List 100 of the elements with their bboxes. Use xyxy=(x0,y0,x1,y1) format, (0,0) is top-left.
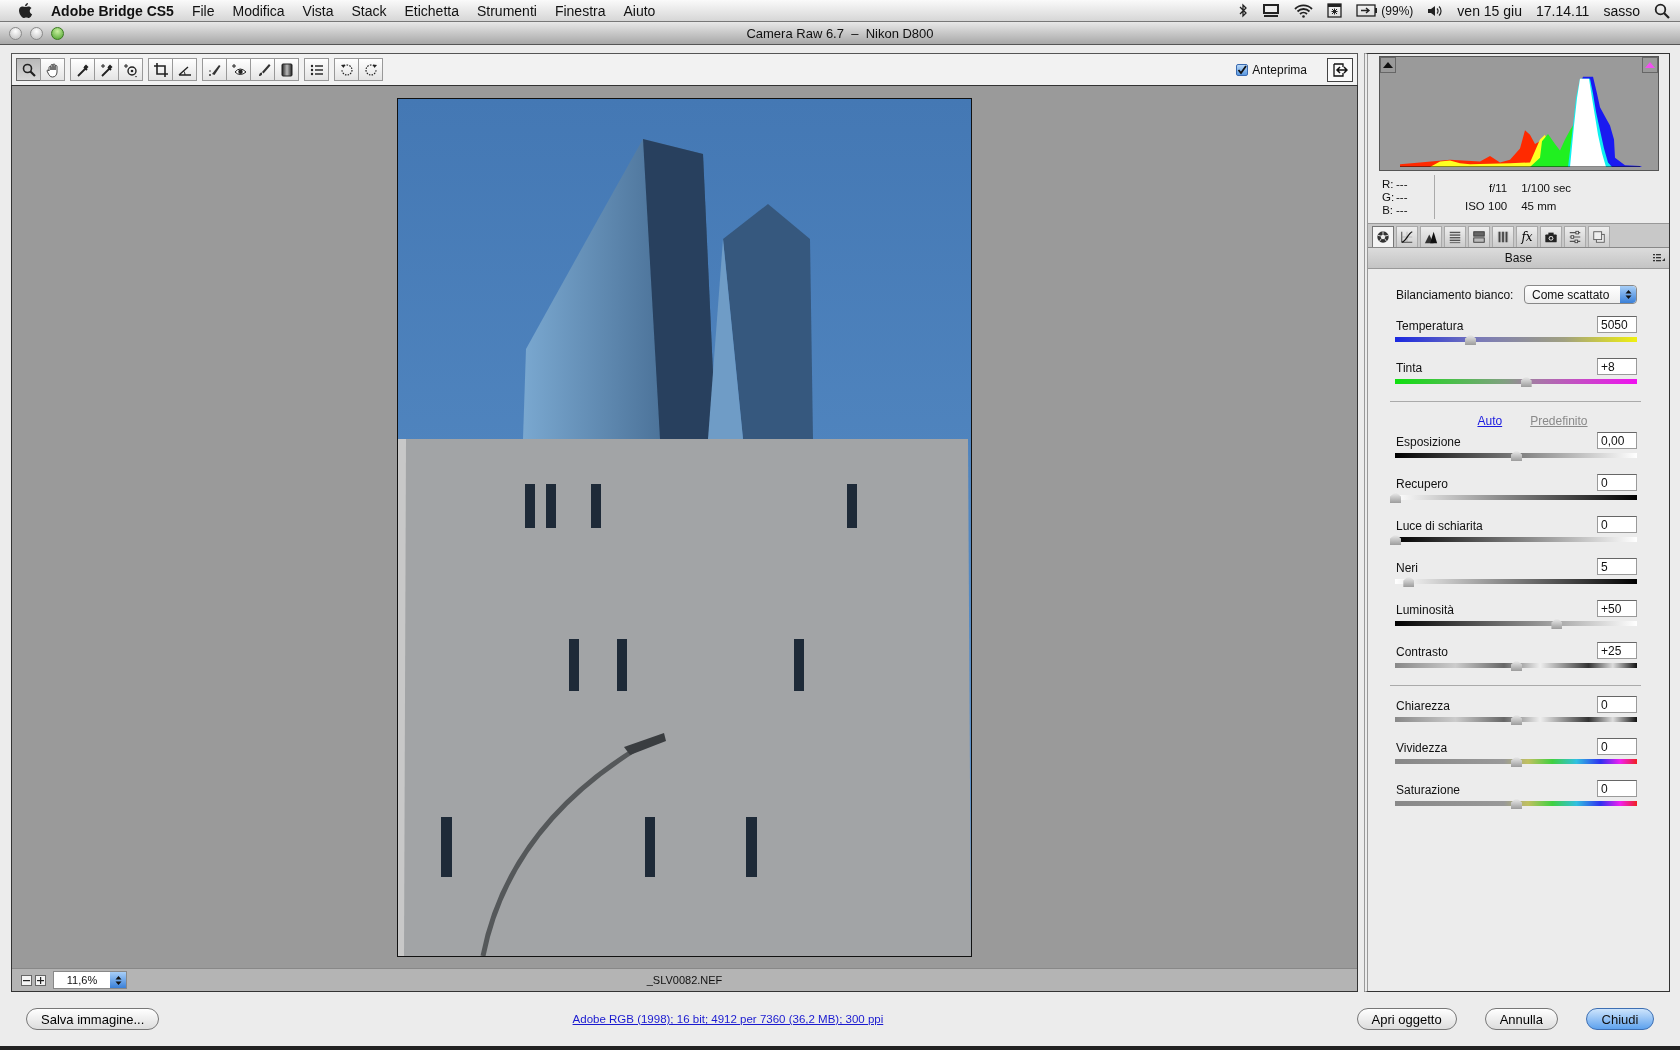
menu-item[interactable]: Modifica xyxy=(232,2,285,19)
panel-tab[interactable] xyxy=(1468,226,1490,247)
value-field[interactable]: +8 xyxy=(1597,358,1637,375)
menu-item[interactable]: File xyxy=(191,2,215,19)
eye-icon xyxy=(230,61,247,78)
display-icon[interactable] xyxy=(1262,3,1281,18)
wifi-icon[interactable] xyxy=(1294,3,1314,18)
value-field[interactable]: +25 xyxy=(1597,642,1637,659)
aperture-icon xyxy=(1376,230,1390,244)
slider-label: Saturazione xyxy=(1396,783,1461,797)
panel-tab[interactable] xyxy=(1444,226,1466,247)
value-field[interactable]: 0,00 xyxy=(1597,432,1637,449)
shadow-clipping-button[interactable] xyxy=(1380,57,1396,73)
stripes-icon xyxy=(1448,230,1462,244)
shutter-value: 1/100 sec xyxy=(1521,182,1572,194)
split-bars-icon xyxy=(1472,230,1486,244)
fullscreen-button[interactable] xyxy=(1327,57,1353,82)
value-field[interactable]: 0 xyxy=(1597,696,1637,713)
zoom-out-button[interactable] xyxy=(21,974,32,986)
eye-correction-tool-button[interactable] xyxy=(226,58,251,81)
spot-removal-tool-button[interactable] xyxy=(202,58,227,81)
slider-thumb[interactable] xyxy=(1511,756,1522,767)
close-button[interactable]: Chiudi xyxy=(1586,1008,1654,1030)
balance-eyedropper-button[interactable] xyxy=(70,58,95,81)
checkbox-label: Anteprima xyxy=(1252,62,1307,77)
color-sampler-tool-button[interactable] xyxy=(94,58,119,81)
value-field[interactable]: 5050 xyxy=(1597,316,1637,333)
panel-tab[interactable] xyxy=(1564,226,1586,247)
crop-tool-button[interactable] xyxy=(148,58,173,81)
slider-thumb[interactable] xyxy=(1511,714,1522,725)
crop-icon xyxy=(152,61,169,78)
slider-thumb[interactable] xyxy=(1511,798,1522,809)
graduated-filter-button[interactable] xyxy=(274,58,299,81)
value-field[interactable]: 5 xyxy=(1597,558,1637,575)
straighten-tool-button[interactable] xyxy=(172,58,197,81)
open-object-button[interactable]: Apri oggetto xyxy=(1356,1008,1457,1030)
value-field[interactable]: 0 xyxy=(1597,474,1637,491)
auto-link[interactable]: Auto xyxy=(1477,414,1503,428)
menu-item[interactable]: Stack xyxy=(351,2,387,19)
battery-percent: (99%) xyxy=(1381,3,1414,18)
user-name[interactable]: sasso xyxy=(1603,2,1640,19)
battery-icon[interactable] xyxy=(1356,4,1379,17)
menu-item[interactable]: Strumenti xyxy=(477,2,537,19)
slider-label: Chiarezza xyxy=(1396,699,1451,713)
adjustment-brush-button[interactable] xyxy=(250,58,275,81)
volume-icon[interactable] xyxy=(1427,3,1444,18)
menu-clock-date[interactable]: ven 15 giu xyxy=(1457,2,1522,19)
focal-length-value: 45 mm xyxy=(1521,200,1558,212)
window-zoom-button[interactable] xyxy=(51,26,64,40)
window-minimize-button[interactable] xyxy=(30,26,43,40)
panel-tab[interactable] xyxy=(1420,226,1442,247)
value-field[interactable]: 0 xyxy=(1597,738,1637,755)
window-close-button[interactable] xyxy=(9,26,22,40)
stacked-squares-icon xyxy=(1592,230,1606,244)
value-field[interactable]: 0 xyxy=(1597,516,1637,533)
menu-clock-time[interactable]: 17.14.11 xyxy=(1535,2,1590,19)
value-field[interactable]: +50 xyxy=(1597,600,1637,617)
cancel-button[interactable]: Annulla xyxy=(1484,1008,1558,1030)
save-image-button[interactable]: Salva immagine... xyxy=(26,1008,160,1030)
menu-item[interactable]: Aiuto xyxy=(623,2,656,19)
channel-value: --- xyxy=(1396,178,1409,190)
slider-thumb[interactable] xyxy=(1511,660,1522,671)
menu-item[interactable]: Vista xyxy=(302,2,334,19)
panel-tab[interactable] xyxy=(1492,226,1514,247)
panel-tab[interactable] xyxy=(1396,226,1418,247)
menu-item[interactable]: Etichetta xyxy=(404,2,459,19)
slider-thumb[interactable] xyxy=(1551,618,1563,629)
app-menu[interactable]: Adobe Bridge CS5 xyxy=(51,2,174,19)
slider-thumb[interactable] xyxy=(1511,450,1522,461)
panel-tab[interactable] xyxy=(1540,226,1562,247)
hand-tool-button[interactable] xyxy=(40,58,65,81)
slider-label: Luce di schiarita xyxy=(1396,519,1483,533)
panel-tab[interactable] xyxy=(1372,226,1394,247)
gradient-square-icon xyxy=(278,61,295,78)
search-icon xyxy=(20,61,37,78)
slider-thumb[interactable] xyxy=(1390,492,1401,503)
panel-menu-icon[interactable] xyxy=(1653,254,1665,262)
sliders-icon xyxy=(1568,230,1582,244)
slider-thumb[interactable] xyxy=(1390,534,1401,545)
preferences-button[interactable] xyxy=(304,58,329,81)
highlight-clipping-button[interactable] xyxy=(1642,57,1658,73)
camera-icon xyxy=(1544,230,1558,244)
value-field[interactable]: 0 xyxy=(1597,780,1637,797)
search-icon[interactable] xyxy=(1654,2,1670,19)
panel-tab[interactable]: fx xyxy=(1516,226,1538,247)
rotate-left-button[interactable] xyxy=(334,58,359,81)
slider-thumb[interactable] xyxy=(1520,376,1532,387)
zoom-tool-button[interactable] xyxy=(16,58,41,81)
menu-item[interactable]: Finestra xyxy=(554,2,606,19)
rotate-right-button[interactable] xyxy=(358,58,383,81)
slider-thumb[interactable] xyxy=(1403,576,1415,587)
balance-preset-dropdown[interactable]: Come scattato xyxy=(1524,285,1637,304)
targeted-adjustment-tool-button[interactable] xyxy=(118,58,143,81)
stepper-icon xyxy=(1624,289,1632,300)
preview-checkbox[interactable] xyxy=(1236,63,1249,76)
zoom-in-button[interactable] xyxy=(35,974,46,986)
slider-thumb[interactable] xyxy=(1465,334,1476,345)
channel-value: --- xyxy=(1396,191,1409,203)
zoom-dropdown[interactable]: 11,6% xyxy=(53,971,127,989)
bluetooth-icon[interactable] xyxy=(1239,3,1249,18)
